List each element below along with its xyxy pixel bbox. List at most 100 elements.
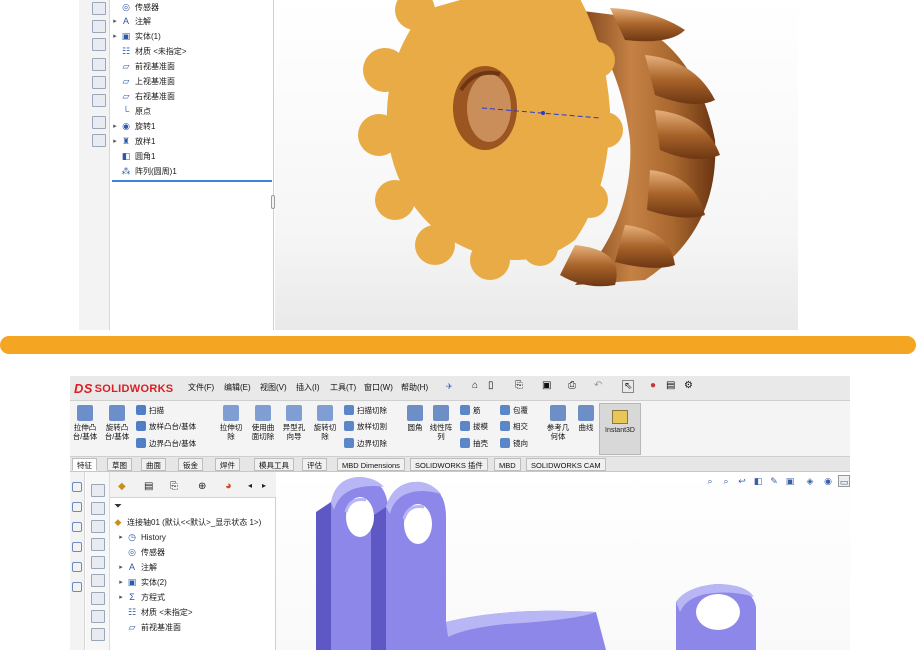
dimxpert-tab-icon[interactable]: ⊕: [198, 481, 206, 492]
tab-weldments[interactable]: 焊件: [215, 458, 240, 471]
reference-geometry-button[interactable]: 参考几 何体: [543, 405, 573, 441]
home-icon[interactable]: ⌂: [472, 380, 478, 391]
tree-item[interactable]: ▱ 前视基准面: [110, 59, 175, 73]
tool-icon[interactable]: [91, 628, 105, 641]
tree-item[interactable]: ▸ ▣ 实体(1): [110, 29, 161, 43]
tree-item[interactable]: ▸ ▣ 实体(2): [116, 575, 167, 589]
tool-icon[interactable]: [92, 76, 106, 89]
loft-cut-button[interactable]: 放样切割: [344, 420, 387, 432]
solidworks-logo[interactable]: DS SOLIDWORKS: [74, 379, 173, 398]
tool-icon[interactable]: [72, 482, 82, 492]
expand-arrow-icon[interactable]: ▸: [110, 122, 120, 130]
scroll-left-icon[interactable]: ◂: [248, 481, 252, 490]
tool-icon[interactable]: [91, 520, 105, 533]
surface-cut-button[interactable]: 使用曲 面切除: [248, 405, 278, 441]
extrude-cut-button[interactable]: 拉伸切 除: [216, 405, 246, 441]
expand-arrow-icon[interactable]: ▸: [110, 17, 120, 25]
tool-icon[interactable]: [72, 582, 82, 592]
menu-file[interactable]: 文件(F): [188, 382, 214, 393]
tree-item[interactable]: ◎ 传感器: [110, 0, 159, 14]
tool-icon[interactable]: [91, 574, 105, 587]
menu-edit[interactable]: 编辑(E): [224, 382, 251, 393]
tab-mold-tools[interactable]: 模具工具: [254, 458, 294, 471]
tool-icon[interactable]: [72, 542, 82, 552]
tree-item[interactable]: ▸ ◉ 旋转1: [110, 119, 155, 133]
tree-item[interactable]: ◎ 传感器: [116, 545, 165, 559]
tree-item[interactable]: ◧ 圆角1: [110, 149, 156, 163]
expand-arrow-icon[interactable]: ▸: [110, 32, 120, 40]
property-manager-tab-icon[interactable]: ▤: [144, 481, 153, 492]
tab-solidworks-addins[interactable]: SOLIDWORKS 插件: [410, 458, 488, 471]
tab-sheet-metal[interactable]: 钣金: [178, 458, 203, 471]
configuration-manager-tab-icon[interactable]: ⎘: [170, 481, 178, 492]
tool-icon[interactable]: [91, 538, 105, 551]
file-properties-icon[interactable]: ▤: [666, 380, 675, 391]
feature-manager-tab-icon[interactable]: ◆: [118, 481, 126, 492]
expand-arrow-icon[interactable]: ▸: [116, 533, 126, 541]
menu-window[interactable]: 窗口(W): [364, 382, 393, 393]
tree-item[interactable]: └ 原点: [110, 104, 151, 118]
open-icon[interactable]: ⎘: [515, 380, 523, 391]
menu-tools[interactable]: 工具(T): [330, 382, 356, 393]
tool-icon[interactable]: [92, 2, 106, 15]
tool-icon[interactable]: [72, 562, 82, 572]
shell-button[interactable]: 抽壳: [460, 437, 488, 449]
expand-arrow-icon[interactable]: ▸: [110, 137, 120, 145]
rollback-bar[interactable]: [112, 180, 272, 182]
mirror-button[interactable]: 镜向: [500, 437, 528, 449]
expand-arrow-icon[interactable]: ▸: [116, 563, 126, 571]
scroll-right-icon[interactable]: ▸: [262, 481, 266, 490]
tab-mbd[interactable]: MBD: [494, 458, 521, 471]
menu-help[interactable]: 帮助(H): [401, 382, 428, 393]
hole-wizard-button[interactable]: 异型孔 向导: [279, 405, 309, 441]
rebuild-icon[interactable]: ●: [650, 380, 656, 391]
expand-arrow-icon[interactable]: ▸: [116, 578, 126, 586]
tool-icon[interactable]: [91, 502, 105, 515]
tree-item[interactable]: ▸ ◷ History: [116, 530, 166, 544]
revolve-boss-button[interactable]: 旋转凸 台/基体: [102, 405, 132, 441]
tool-icon[interactable]: [92, 116, 106, 129]
tree-item[interactable]: ▸ A 注解: [116, 560, 157, 574]
loft-boss-button[interactable]: 放样凸台/基体: [136, 420, 196, 432]
tool-icon[interactable]: [92, 134, 106, 147]
tab-surfaces[interactable]: 曲面: [141, 458, 166, 471]
tab-features[interactable]: 特征: [72, 458, 97, 471]
tree-item[interactable]: ▸ Σ 方程式: [116, 590, 165, 604]
rib-button[interactable]: 筋: [460, 404, 481, 416]
wrap-button[interactable]: 包覆: [500, 404, 528, 416]
tool-icon[interactable]: [92, 20, 106, 33]
top-graphics-area[interactable]: [275, 0, 798, 330]
tool-icon[interactable]: [92, 94, 106, 107]
tab-sketch[interactable]: 草图: [107, 458, 132, 471]
tree-item[interactable]: ▱ 右视基准面: [110, 89, 175, 103]
instant3d-button[interactable]: Instant3D: [599, 403, 641, 455]
options-gear-icon[interactable]: ⚙: [684, 380, 693, 391]
tool-icon[interactable]: [91, 484, 105, 497]
tool-icon[interactable]: [91, 610, 105, 623]
expand-arrow-icon[interactable]: ▸: [116, 593, 126, 601]
intersect-button[interactable]: 相交: [500, 420, 528, 432]
tab-solidworks-cam[interactable]: SOLIDWORKS CAM: [526, 458, 606, 471]
linear-pattern-button[interactable]: 线性阵 列: [426, 405, 456, 441]
tool-icon[interactable]: [91, 556, 105, 569]
curves-button[interactable]: 曲线: [571, 405, 601, 432]
pin-icon[interactable]: ✈: [446, 382, 453, 391]
tree-item[interactable]: ☷ 材质 <未指定>: [116, 605, 193, 619]
tab-evaluate[interactable]: 评估: [302, 458, 327, 471]
revolve-cut-button[interactable]: 旋转切 除: [310, 405, 340, 441]
filter-icon[interactable]: ⏷: [114, 501, 122, 512]
boundary-boss-button[interactable]: 边界凸台/基体: [136, 437, 196, 449]
save-icon[interactable]: ▣: [542, 380, 551, 391]
tree-item[interactable]: ▸ ♜ 放样1: [110, 134, 155, 148]
tool-icon[interactable]: [91, 592, 105, 605]
tool-icon[interactable]: [72, 502, 82, 512]
select-cursor-icon[interactable]: ⇖: [622, 380, 635, 393]
tree-item[interactable]: ⁂ 阵列(圆周)1: [110, 164, 177, 178]
tool-icon[interactable]: [72, 522, 82, 532]
bottom-graphics-area[interactable]: ⌕ ⌕ ↩ ◧ ✎ ▣ ◈ ◉ ▭: [276, 472, 850, 650]
boundary-cut-button[interactable]: 边界切除: [344, 437, 387, 449]
tree-item[interactable]: ▱ 上视基准面: [110, 74, 175, 88]
display-manager-tab-icon[interactable]: ◕: [225, 480, 232, 492]
sweep-button[interactable]: 扫描: [136, 404, 164, 416]
draft-button[interactable]: 拔模: [460, 420, 488, 432]
